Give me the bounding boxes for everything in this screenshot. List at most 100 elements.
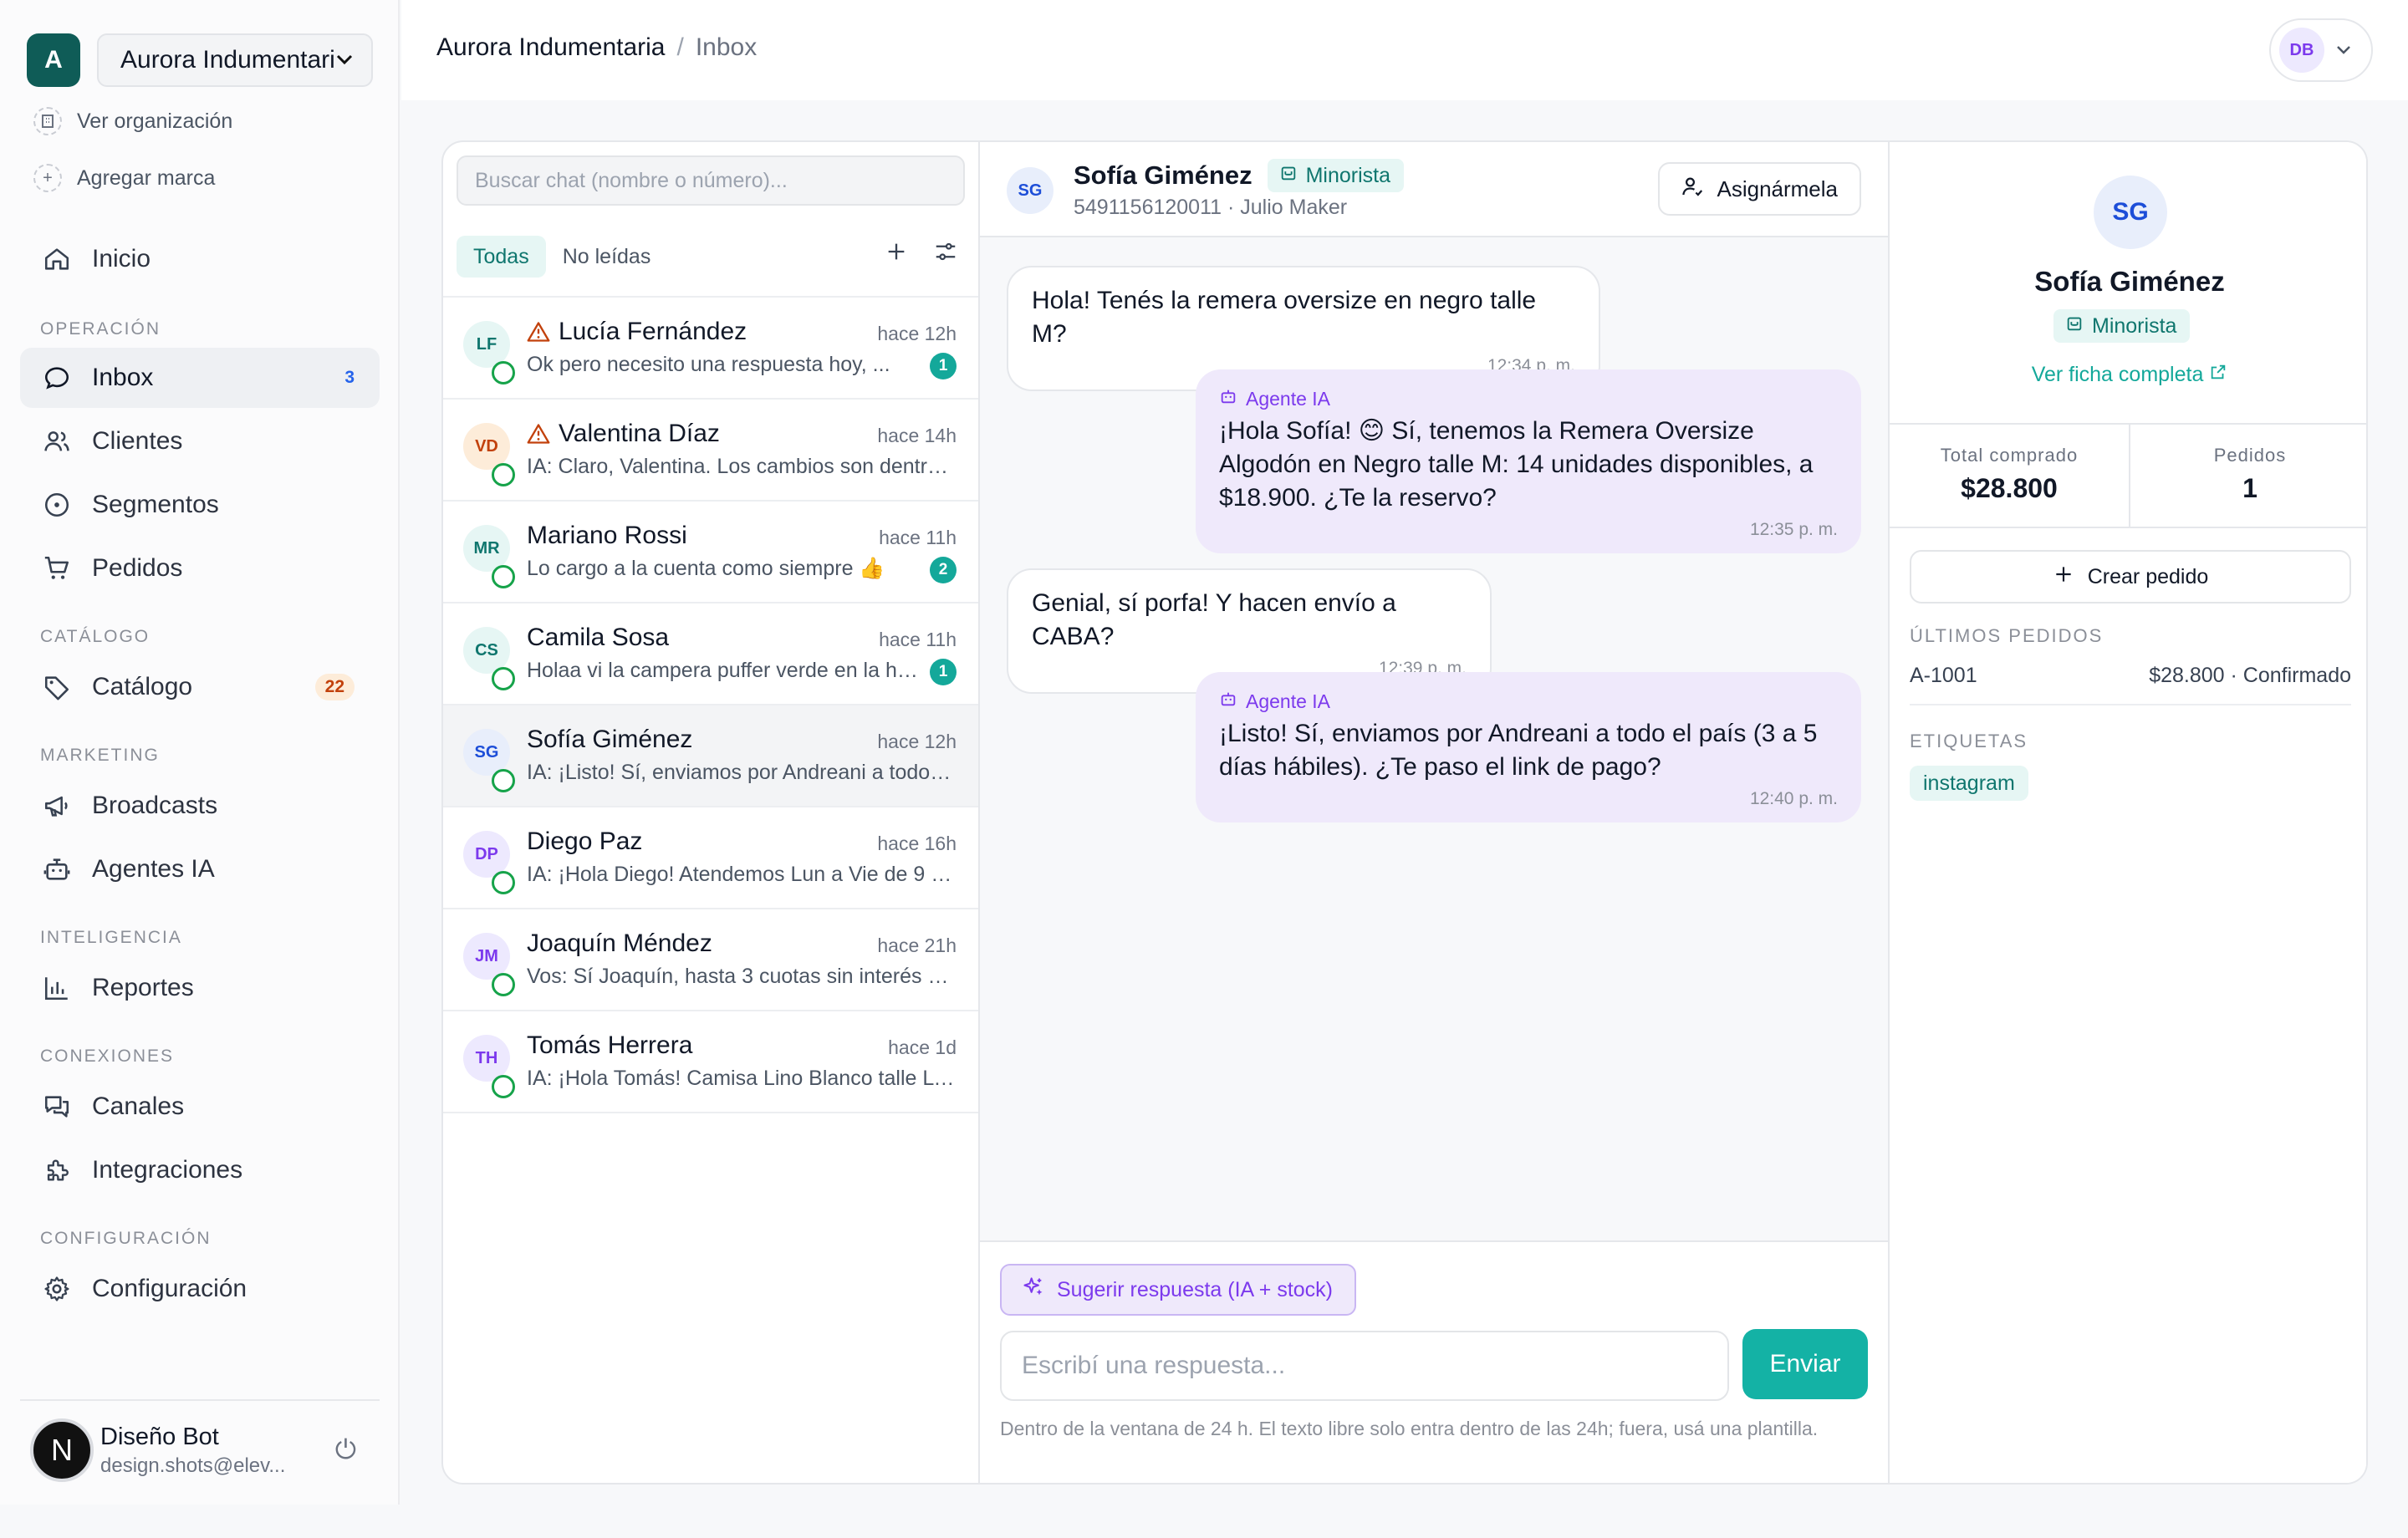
breadcrumb-separator: /	[676, 33, 684, 61]
sidebar-item-label: Agentes IA	[92, 855, 215, 883]
list-actions	[885, 239, 958, 268]
chevron-down-icon	[336, 51, 353, 70]
online-status-icon	[492, 1075, 515, 1098]
breadcrumb-root[interactable]: Aurora Indumentaria	[436, 33, 666, 61]
org-select-value: Aurora Indumentaria	[120, 46, 336, 74]
store-icon	[2065, 314, 2084, 339]
breadcrumb: Aurora Indumentaria / Inbox	[436, 33, 757, 62]
sidebar-item-reports[interactable]: Reportes	[20, 958, 380, 1018]
chat-time: hace 11h	[879, 629, 957, 650]
unread-count-badge: 2	[930, 557, 957, 583]
search-input[interactable]: Buscar chat (nombre o número)...	[457, 155, 965, 206]
contact-stats: Total comprado $28.800 Pedidos 1	[1890, 423, 2366, 528]
filter-sliders-icon[interactable]	[933, 239, 958, 268]
chat-row[interactable]: DP Diego Paz hace 16h IA: ¡Hola Diego! A…	[443, 807, 978, 909]
nav-section-config: CONFIGURACIÓN	[40, 1229, 212, 1248]
sidebar-item-channels[interactable]: Canales	[20, 1077, 380, 1137]
sidebar-item-label: Integraciones	[92, 1156, 243, 1184]
order-row[interactable]: A-1001 $28.800 · Confirmado	[1910, 664, 2351, 705]
ai-agent-label: Agente IA	[1219, 689, 1838, 714]
chat-preview: IA: ¡Hola Diego! Atendemos Lun a Vie de …	[527, 863, 957, 886]
contact-name: Sofía Giménez	[2034, 266, 2225, 297]
sidebar-item-label: Broadcasts	[92, 792, 218, 819]
outgoing-ai-message: Agente IA ¡Listo! Sí, enviamos por Andre…	[1196, 672, 1861, 822]
outgoing-ai-message: Agente IA ¡Hola Sofía! 😊 Sí, tenemos la …	[1196, 369, 1861, 553]
label-chip[interactable]: instagram	[1910, 766, 2028, 801]
chat-bubble-icon	[40, 361, 74, 395]
breadcrumb-current: Inbox	[695, 33, 758, 61]
send-button[interactable]: Enviar	[1742, 1329, 1868, 1399]
customer-type-badge: Minorista	[2053, 309, 2191, 343]
sidebar-item-settings[interactable]: Configuración	[20, 1259, 380, 1319]
building-icon	[33, 107, 62, 135]
chat-time: hace 14h	[877, 425, 957, 446]
chevron-down-icon	[2336, 42, 2351, 59]
sidebar-item-label: Configuración	[92, 1275, 247, 1302]
target-icon	[40, 488, 74, 522]
chat-time: hace 12h	[877, 323, 957, 344]
new-chat-plus-icon[interactable]	[885, 240, 908, 267]
bot-icon	[1219, 689, 1237, 714]
chat-row[interactable]: MR Mariano Rossi hace 11h Lo cargo a la …	[443, 502, 978, 603]
avatar[interactable]: N	[30, 1418, 94, 1482]
view-profile-label: Ver ficha completa	[2031, 363, 2204, 386]
view-org-link[interactable]: Ver organización	[33, 107, 232, 135]
chat-preview: IA: ¡Listo! Sí, enviamos por Andreani a …	[527, 761, 957, 784]
create-order-label: Crear pedido	[2087, 564, 2209, 588]
org-select[interactable]: Aurora Indumentaria	[97, 33, 373, 87]
conversation-contact-name: Sofía Giménez	[1074, 160, 1252, 190]
cart-icon	[40, 552, 74, 585]
sidebar-item-segments[interactable]: Segmentos	[20, 475, 380, 535]
message-text: Hola! Tenés la remera oversize en negro …	[1032, 287, 1537, 348]
chat-filters: Todas No leídas	[457, 236, 667, 278]
sidebar-item-clients[interactable]: Clientes	[20, 411, 380, 471]
sidebar-item-orders[interactable]: Pedidos	[20, 538, 380, 598]
sidebar-item-agents[interactable]: Agentes IA	[20, 839, 380, 899]
nav-section-operation: OPERACIÓN	[40, 319, 161, 339]
sidebar-item-broadcasts[interactable]: Broadcasts	[20, 776, 380, 836]
add-brand-link[interactable]: + Agregar marca	[33, 164, 215, 192]
window-hint: Dentro de la ventana de 24 h. El texto l…	[1000, 1418, 1819, 1439]
chat-preview: Holaa vi la campera puffer verde en la h…	[527, 659, 920, 682]
warning-icon	[527, 423, 550, 445]
sidebar-item-label: Reportes	[92, 974, 194, 1001]
chat-row-selected[interactable]: SG Sofía Giménez hace 12h IA: ¡Listo! Sí…	[443, 705, 978, 807]
chat-contact-name: Mariano Rossi	[527, 522, 687, 549]
org-logo: A	[27, 33, 80, 87]
online-status-icon	[492, 667, 515, 690]
sidebar-item-home[interactable]: Inicio	[20, 229, 380, 289]
last-orders-title: ÚLTIMOS PEDIDOS	[1910, 625, 2104, 646]
account-menu-button[interactable]: DB	[2269, 18, 2373, 82]
view-profile-link[interactable]: Ver ficha completa	[1890, 363, 2366, 387]
chat-preview: Ok pero necesito una respuesta hoy, ...	[527, 353, 890, 376]
reply-input[interactable]: Escribí una respuesta...	[1000, 1331, 1729, 1401]
filter-all-tab[interactable]: Todas	[457, 236, 546, 278]
chat-time: hace 1d	[888, 1036, 957, 1058]
stat-label: Pedidos	[2213, 445, 2287, 466]
message-text: ¡Hola Sofía! 😊 Sí, tenemos la Remera Ove…	[1219, 417, 1814, 512]
filter-unread-tab[interactable]: No leídas	[546, 236, 668, 278]
add-brand-label: Agregar marca	[77, 166, 216, 190]
chat-row[interactable]: CS Camila Sosa hace 11h Holaa vi la camp…	[443, 603, 978, 705]
inbox-panel: Buscar chat (nombre o número)... Todas N…	[441, 140, 2368, 1485]
create-order-button[interactable]: Crear pedido	[1910, 550, 2351, 603]
online-status-icon	[492, 463, 515, 486]
avatar: SG	[2094, 176, 2167, 249]
bot-icon	[1219, 386, 1237, 411]
chat-preview: IA: Claro, Valentina. Los cambios son de…	[527, 455, 957, 478]
user-check-icon	[1680, 174, 1705, 205]
suggest-reply-button[interactable]: Sugerir respuesta (IA + stock)	[1000, 1264, 1357, 1316]
chat-row[interactable]: LF Lucía Fernández hace 12h Ok pero nece…	[443, 298, 978, 400]
chat-contact-name: Tomás Herrera	[527, 1031, 693, 1059]
sidebar-item-catalog[interactable]: Catálogo 22	[20, 657, 380, 717]
chat-row[interactable]: TH Tomás Herrera hace 1d IA: ¡Hola Tomás…	[443, 1011, 978, 1113]
stat-orders: Pedidos 1	[2129, 425, 2366, 527]
chat-row[interactable]: VD Valentina Díaz hace 14h IA: Claro, Va…	[443, 400, 978, 502]
inbox-count-badge: 3	[344, 368, 355, 387]
sidebar-item-inbox[interactable]: Inbox 3	[20, 348, 380, 408]
assign-to-me-button[interactable]: Asignármela	[1658, 162, 1861, 216]
chat-row[interactable]: JM Joaquín Méndez hace 21h Vos: Sí Joaqu…	[443, 909, 978, 1011]
power-icon[interactable]: ⏻	[335, 1434, 356, 1466]
gear-icon	[40, 1272, 74, 1306]
sidebar-item-integrations[interactable]: Integraciones	[20, 1140, 380, 1200]
